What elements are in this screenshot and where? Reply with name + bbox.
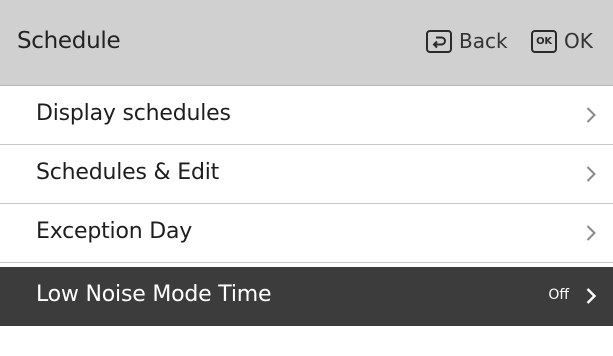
menu-item-display-schedules[interactable]: Display schedules bbox=[0, 86, 613, 145]
menu-item-label: Exception Day bbox=[36, 219, 193, 244]
menu-item-schedules-edit[interactable]: Schedules & Edit bbox=[0, 145, 613, 204]
schedule-screen: Schedule Back OK OK Display schedules Sc… bbox=[0, 0, 613, 356]
menu-item-label: Display schedules bbox=[36, 101, 231, 126]
page-title: Schedule bbox=[17, 28, 121, 54]
back-label: Back bbox=[459, 29, 508, 53]
menu-item-label: Schedules & Edit bbox=[36, 160, 220, 185]
chevron-right-icon bbox=[585, 106, 597, 124]
back-arrow-icon bbox=[426, 30, 452, 53]
menu-item-low-noise-mode-time[interactable]: Low Noise Mode Time Off bbox=[0, 267, 613, 326]
chevron-right-icon bbox=[585, 165, 597, 183]
low-noise-status-value: Off bbox=[548, 287, 569, 303]
menu-item-exception-day[interactable]: Exception Day bbox=[0, 204, 613, 263]
header-bar: Schedule Back OK OK bbox=[0, 0, 613, 86]
chevron-right-icon bbox=[585, 287, 597, 305]
back-button[interactable]: Back bbox=[426, 30, 508, 53]
ok-key-icon: OK bbox=[531, 30, 557, 53]
ok-key-glyph: OK bbox=[536, 35, 552, 47]
chevron-right-icon bbox=[585, 224, 597, 242]
menu-item-label: Low Noise Mode Time bbox=[36, 282, 272, 307]
ok-label: OK bbox=[564, 29, 593, 53]
ok-button[interactable]: OK OK bbox=[531, 30, 593, 53]
